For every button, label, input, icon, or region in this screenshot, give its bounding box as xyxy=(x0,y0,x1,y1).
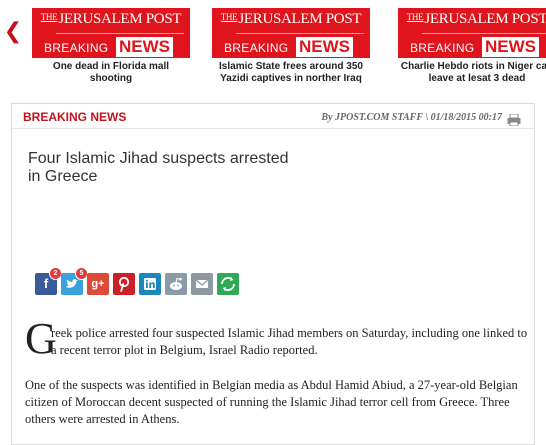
linkedin-share-button[interactable] xyxy=(139,273,161,295)
carousel-item[interactable]: THEJERUSALEM POST BREAKING NEWS Charlie … xyxy=(398,8,546,85)
carousel-caption[interactable]: Islamic State frees around 350 Yazidi ca… xyxy=(212,61,370,85)
article-header: BREAKING NEWS By JPOST.COM STAFF \ 01/18… xyxy=(12,104,534,129)
email-icon xyxy=(195,279,209,288)
article-body: G reek police arrested four suspected Is… xyxy=(25,317,527,428)
carousel-caption[interactable]: One dead in Florida mall shooting xyxy=(32,61,190,85)
divider xyxy=(236,33,364,34)
reddit-icon xyxy=(170,277,182,290)
pinterest-icon xyxy=(118,276,130,292)
jpost-logo: THEJERUSALEM POST xyxy=(220,11,362,27)
facebook-icon: f xyxy=(43,276,49,291)
divider xyxy=(422,33,546,34)
carousel-item[interactable]: THEJERUSALEM POST BREAKING NEWS One dead… xyxy=(32,8,190,85)
jpost-logo: THEJERUSALEM POST xyxy=(40,11,182,27)
breaking-news-carousel: ❮ THEJERUSALEM POST BREAKING NEWS One de… xyxy=(0,0,546,100)
paragraph: reek police arrested four suspected Isla… xyxy=(51,326,528,357)
linkedin-icon xyxy=(144,278,156,290)
twitter-share-button[interactable]: 5 xyxy=(61,267,88,295)
facebook-share-button[interactable]: f 2 xyxy=(35,267,62,295)
google-plus-icon: g+ xyxy=(91,278,105,290)
article-card: BREAKING NEWS By JPOST.COM STAFF \ 01/18… xyxy=(11,103,535,445)
carousel-item[interactable]: THEJERUSALEM POST BREAKING NEWS Islamic … xyxy=(212,8,370,85)
news-label: NEWS xyxy=(482,37,539,57)
breaking-news-thumbnail[interactable]: THEJERUSALEM POST BREAKING NEWS xyxy=(212,8,370,58)
breaking-label: BREAKING xyxy=(44,41,109,55)
lead-paragraph: G reek police arrested four suspected Is… xyxy=(25,317,527,361)
breaking-label: BREAKING xyxy=(224,41,289,55)
reddit-share-button[interactable] xyxy=(165,273,187,295)
news-label: NEWS xyxy=(116,37,173,57)
article-byline: By JPOST.COM STAFF \ 01/18/2015 00:17 xyxy=(321,112,502,123)
email-share-button[interactable] xyxy=(191,273,213,295)
divider xyxy=(56,33,184,34)
paragraph: One of the suspects was identified in Be… xyxy=(25,378,518,426)
news-label: NEWS xyxy=(296,37,353,57)
chevron-left-icon[interactable]: ❮ xyxy=(3,18,23,46)
share-icon xyxy=(221,277,235,291)
carousel-caption[interactable]: Charlie Hebdo riots in Niger cap leave a… xyxy=(398,61,546,85)
breaking-label: BREAKING xyxy=(410,41,475,55)
google-plus-share-button[interactable]: g+ xyxy=(87,273,109,295)
article-title: Four Islamic Jihad suspects arrested in … xyxy=(28,150,289,185)
jpost-logo: THEJERUSALEM POST xyxy=(406,11,546,27)
breaking-news-thumbnail[interactable]: THEJERUSALEM POST BREAKING NEWS xyxy=(398,8,546,58)
section-label[interactable]: BREAKING NEWS xyxy=(23,110,126,124)
print-icon[interactable] xyxy=(507,113,521,127)
more-share-button[interactable] xyxy=(217,273,239,295)
breaking-news-thumbnail[interactable]: THEJERUSALEM POST BREAKING NEWS xyxy=(32,8,190,58)
pinterest-share-button[interactable] xyxy=(113,273,135,295)
